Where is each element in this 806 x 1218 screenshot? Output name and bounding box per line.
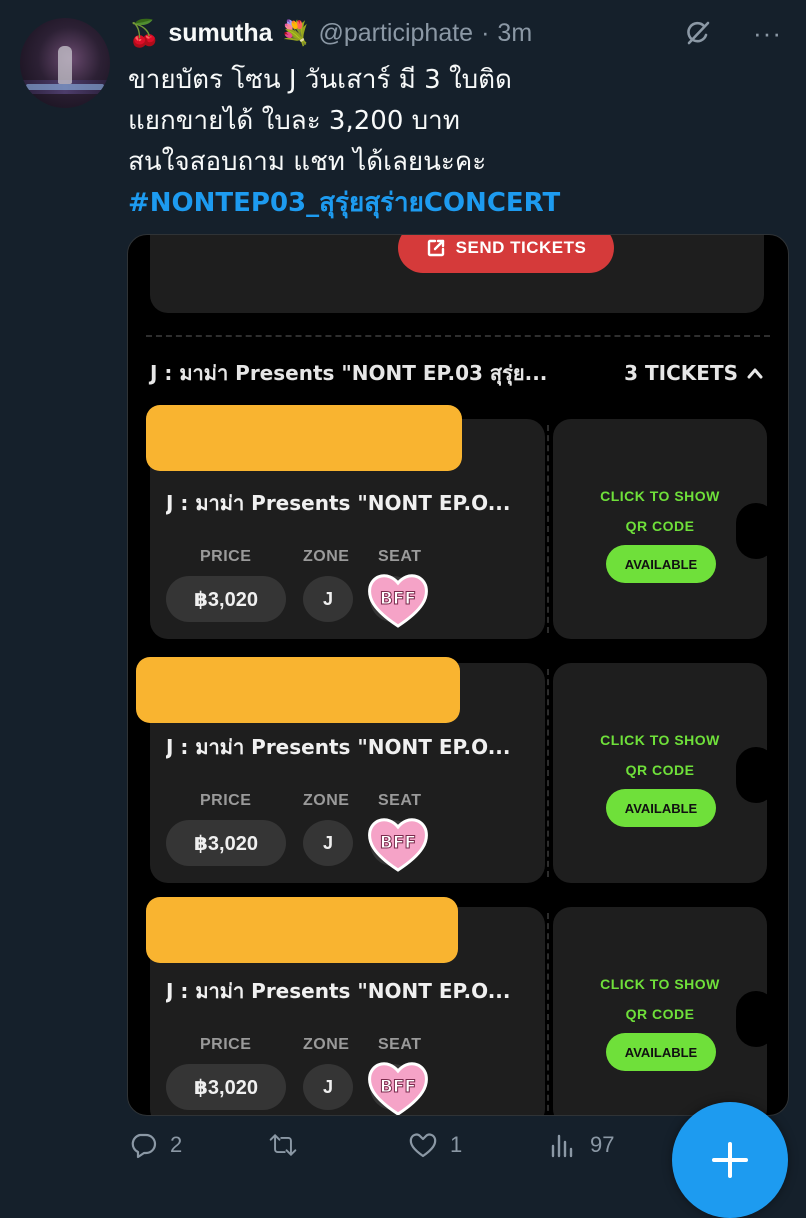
ticket-count: 3 TICKETS	[624, 361, 764, 385]
like-button[interactable]: 1	[408, 1130, 462, 1160]
redaction-box	[146, 897, 458, 963]
avatar-figure	[58, 46, 72, 84]
tweet-text: ขายบัตร โซน J วันเสาร์ มี 3 ใบติด แยกขาย…	[128, 60, 778, 224]
available-badge[interactable]: AVAILABLE	[606, 789, 716, 827]
zone-label: ZONE	[303, 548, 350, 565]
available-badge[interactable]: AVAILABLE	[606, 545, 716, 583]
retweet-button[interactable]	[268, 1130, 310, 1160]
like-count: 1	[450, 1132, 463, 1157]
send-tickets-label: SEND TICKETS	[455, 238, 587, 257]
seat-value: BFF	[380, 833, 416, 853]
seat-label: SEAT	[378, 792, 422, 809]
seat-label: SEAT	[378, 548, 422, 565]
like-icon	[409, 1133, 437, 1158]
heart-sticker-icon: BFF	[368, 574, 428, 628]
ticket-perforation	[547, 669, 549, 877]
cherry-emoji: 🍒	[128, 17, 161, 48]
compose-plus-icon	[712, 1142, 748, 1178]
ticket-title: J : มาม่า Presents "NONT EP.O...	[166, 979, 511, 1003]
header-icons: ···	[683, 18, 782, 48]
qr-label: QR CODE	[625, 762, 695, 778]
zone-label: ZONE	[303, 792, 350, 809]
zone-value: J	[303, 820, 353, 866]
heart-sticker-icon: BFF	[368, 1062, 428, 1115]
click-label: CLICK TO SHOW	[600, 488, 720, 504]
heart-sticker-icon: BFF	[368, 818, 428, 872]
send-tickets-button[interactable]: SEND TICKETS	[398, 235, 614, 273]
tweet-line: สนใจสอบถาม แชท ได้เลยนะคะ	[128, 147, 487, 177]
hashtag-link[interactable]: #NONTEP03_สุรุ่ยสุร่ายCONCERT	[128, 183, 778, 224]
ticket-card: J : มาม่า Presents "NONT EP.O... PRICE Z…	[146, 405, 776, 639]
tweet-media-image[interactable]: SEND TICKETS J : มาม่า Presents "NONT EP…	[127, 234, 789, 1116]
ticket-title: J : มาม่า Presents "NONT EP.O...	[166, 735, 511, 759]
click-label: CLICK TO SHOW	[600, 732, 720, 748]
price-value: ฿3,020	[166, 820, 286, 866]
views-count: 97	[590, 1132, 615, 1157]
ticket-card: J : มาม่า Presents "NONT EP.O... PRICE Z…	[136, 657, 776, 883]
reply-button[interactable]: 2	[128, 1130, 182, 1160]
separator-dot: ·	[481, 18, 490, 47]
display-name[interactable]: sumutha	[168, 19, 272, 48]
zone-value: J	[303, 576, 353, 622]
compose-button[interactable]	[672, 1102, 788, 1218]
event-header[interactable]: J : มาม่า Presents "NONT EP.03 สุรุ่ย...…	[150, 357, 764, 389]
qr-label: QR CODE	[625, 1006, 695, 1022]
price-value: ฿3,020	[166, 576, 286, 622]
seat-value: BFF	[380, 589, 416, 609]
tweet-line: แยกขายได้ ใบละ 3,200 บาท	[128, 106, 460, 136]
avatar-caption	[26, 84, 104, 90]
external-link-icon	[427, 239, 444, 257]
tweet-line: ขายบัตร โซน J วันเสาร์ มี 3 ใบติด	[128, 65, 512, 95]
grok-icon[interactable]	[683, 18, 713, 48]
redaction-box	[136, 657, 460, 723]
price-label: PRICE	[200, 792, 252, 809]
ticket-title: J : มาม่า Presents "NONT EP.O...	[166, 491, 511, 515]
chevron-up-icon[interactable]	[746, 366, 764, 380]
more-icon[interactable]: ···	[753, 18, 782, 48]
views-button[interactable]: 97	[548, 1130, 614, 1160]
available-badge[interactable]: AVAILABLE	[606, 1033, 716, 1071]
views-icon	[551, 1134, 573, 1158]
ticket-card: J : มาม่า Presents "NONT EP.O... PRICE Z…	[146, 897, 776, 1115]
seat-label: SEAT	[378, 1036, 422, 1053]
qr-label: QR CODE	[625, 518, 695, 534]
ticket-perforation	[547, 913, 549, 1115]
click-to-show-text[interactable]: CLICK TO SHOW QR CODE	[560, 725, 760, 785]
section-divider	[146, 335, 770, 337]
zone-label: ZONE	[303, 1036, 350, 1053]
redaction-box	[146, 405, 462, 471]
price-label: PRICE	[200, 548, 252, 565]
click-to-show-text[interactable]: CLICK TO SHOW QR CODE	[560, 969, 760, 1029]
user-handle[interactable]: @participhate	[318, 19, 473, 48]
price-value: ฿3,020	[166, 1064, 286, 1110]
event-title: J : มาม่า Presents "NONT EP.03 สุรุ่ย...	[150, 361, 548, 385]
price-label: PRICE	[200, 1036, 252, 1053]
tweet-header: 🍒 sumutha 💐 @participhate · 3m	[128, 16, 532, 50]
zone-value: J	[303, 1064, 353, 1110]
reply-count: 2	[170, 1132, 183, 1157]
bouquet-emoji: 💐	[280, 19, 311, 47]
click-to-show-text[interactable]: CLICK TO SHOW QR CODE	[560, 481, 760, 541]
ticket-count-label: 3 TICKETS	[624, 361, 738, 385]
reply-icon	[131, 1133, 157, 1159]
seat-value: BFF	[380, 1077, 416, 1097]
ticket-perforation	[547, 425, 549, 633]
send-tickets-card: SEND TICKETS	[150, 235, 764, 313]
timestamp[interactable]: 3m	[497, 19, 532, 48]
retweet-icon	[269, 1134, 297, 1156]
avatar[interactable]	[20, 18, 110, 108]
click-label: CLICK TO SHOW	[600, 976, 720, 992]
